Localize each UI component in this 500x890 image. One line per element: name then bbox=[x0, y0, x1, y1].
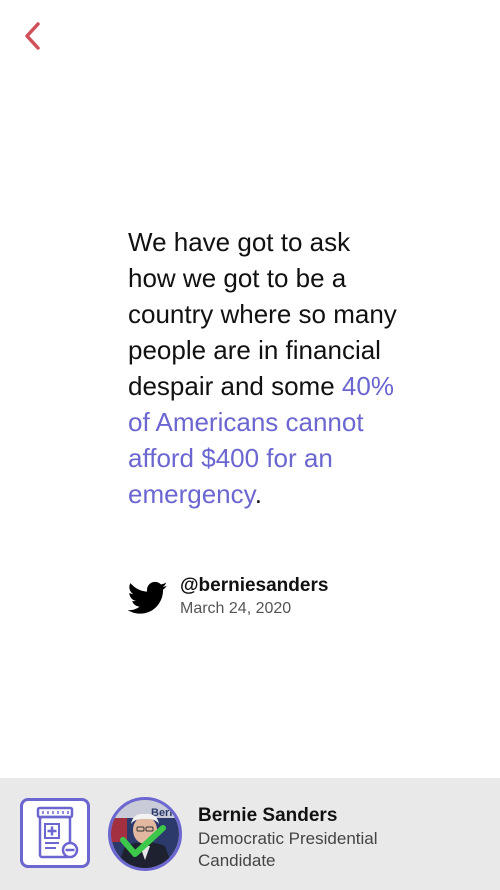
chevron-left-icon bbox=[25, 22, 40, 50]
candidate-footer[interactable]: Bern Bernie Sanders Democratic President… bbox=[0, 778, 500, 890]
quote-end: . bbox=[254, 479, 262, 509]
quote-screen: We have got to ask how we got to be a co… bbox=[0, 0, 500, 890]
candidate-info: Bernie Sanders Democratic Presidential C… bbox=[198, 804, 428, 872]
tweet-attribution[interactable]: @berniesanders March 24, 2020 bbox=[126, 574, 328, 620]
candidate-avatar[interactable]: Bern bbox=[108, 797, 182, 871]
prescription-bottle-icon bbox=[36, 806, 79, 859]
back-button[interactable] bbox=[14, 16, 50, 56]
policy-badge[interactable] bbox=[20, 798, 90, 868]
candidate-title: Democratic Presidential Candidate bbox=[198, 829, 378, 870]
tweet-date: March 24, 2020 bbox=[180, 600, 292, 617]
twitter-bird-icon bbox=[127, 581, 168, 614]
quote-text: We have got to ask how we got to be a co… bbox=[128, 224, 398, 512]
candidate-name: Bernie Sanders bbox=[198, 805, 338, 826]
attribution-text: @berniesanders March 24, 2020 bbox=[180, 574, 328, 620]
candidate-photo: Bern bbox=[111, 800, 179, 868]
twitter-handle[interactable]: @berniesanders bbox=[180, 574, 328, 598]
